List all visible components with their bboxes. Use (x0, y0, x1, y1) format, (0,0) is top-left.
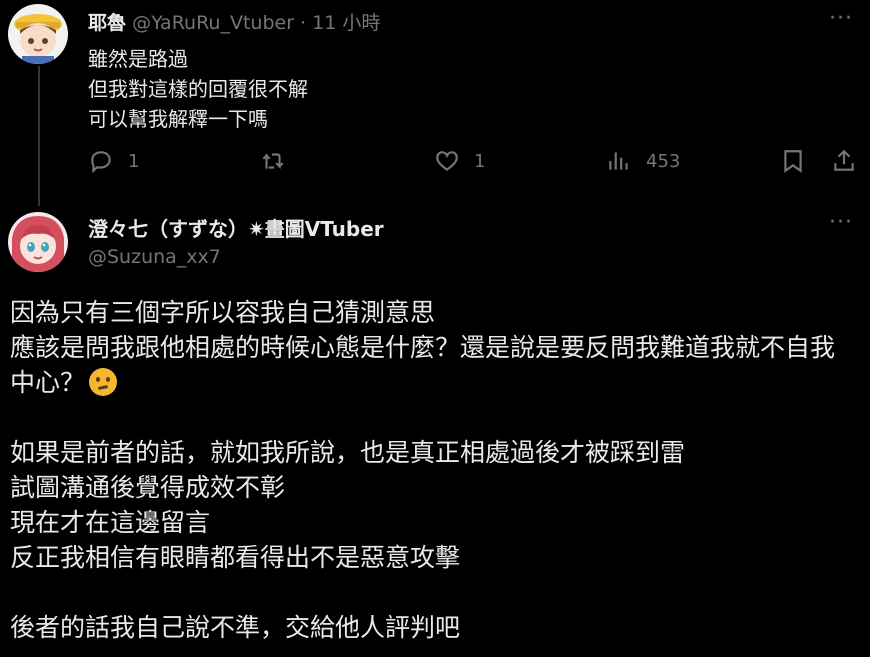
reply-line: 可以幫我解釋一下嗎 (88, 107, 268, 131)
avatar-yaruru[interactable] (8, 4, 68, 64)
like-button[interactable]: 1 (434, 148, 485, 174)
share-button[interactable] (831, 148, 857, 174)
reply-header: 耶魯 @YaRuRu_Vtuber · 11 小時 (88, 8, 380, 35)
retweet-icon (262, 152, 284, 170)
main-line: 如果是前者的話，就如我所說，也是真正相處過後才被踩到雷 (10, 438, 686, 467)
main-line-with-emoji: 中心？ (10, 365, 866, 400)
main-line: 反正我相信有眼睛都看得出不是惡意攻擊 (10, 543, 461, 572)
main-line: 現在才在這邊留言 (10, 508, 211, 537)
main-line (10, 575, 866, 610)
thinking-face-emoji (89, 368, 118, 396)
main-line: 後者的話我自己說不準，交給他人評判吧 (10, 613, 461, 642)
main-line (10, 400, 866, 435)
reply-line: 但我對這樣的回覆很不解 (88, 77, 308, 101)
main-line: 因為只有三個字所以容我自己猜測意思 (10, 298, 436, 327)
view-count: 453 (646, 150, 681, 172)
reply-body: 雖然是路過 但我對這樣的回覆很不解 可以幫我解釋一下嗎 (88, 44, 308, 134)
reply-separator: · (300, 12, 307, 34)
like-icon (436, 151, 458, 171)
bookmark-icon (784, 150, 802, 173)
main-author-name[interactable]: 澄々七（すずな）✷畫圖VTuber (88, 213, 384, 242)
reply-actions: 1 1 453 (0, 148, 870, 178)
reply-timestamp[interactable]: 11 小時 (312, 12, 380, 34)
reply-more-button[interactable]: ··· (826, 8, 856, 36)
reply-author-name[interactable]: 耶魯 (88, 12, 126, 34)
main-line: 試圖溝通後覺得成效不彰 (10, 473, 286, 502)
main-body: 因為只有三個字所以容我自己猜測意思 應該是問我跟他相處的時候心態是什麼？還是說是… (10, 295, 866, 645)
reply-count: 1 (128, 150, 140, 172)
reply-icon (91, 151, 111, 174)
main-author-handle[interactable]: @Suzuna_xx7 (88, 246, 221, 268)
views-icon (609, 152, 628, 170)
main-line: 中心？ (10, 368, 86, 397)
reply-author-handle[interactable]: @YaRuRu_Vtuber (132, 12, 294, 34)
retweet-button[interactable] (260, 148, 300, 174)
views-button[interactable]: 453 (606, 148, 680, 174)
reply-line: 雖然是路過 (88, 47, 188, 71)
reply-button[interactable]: 1 (88, 148, 139, 174)
main-more-button[interactable]: ··· (826, 212, 856, 240)
thread-line (38, 66, 40, 206)
bookmark-button[interactable] (780, 148, 806, 174)
share-icon (834, 149, 854, 171)
avatar-suzuna[interactable] (8, 212, 68, 272)
like-count: 1 (474, 150, 486, 172)
main-line: 應該是問我跟他相處的時候心態是什麼？還是說是要反問我難道我就不自我 (10, 333, 836, 362)
